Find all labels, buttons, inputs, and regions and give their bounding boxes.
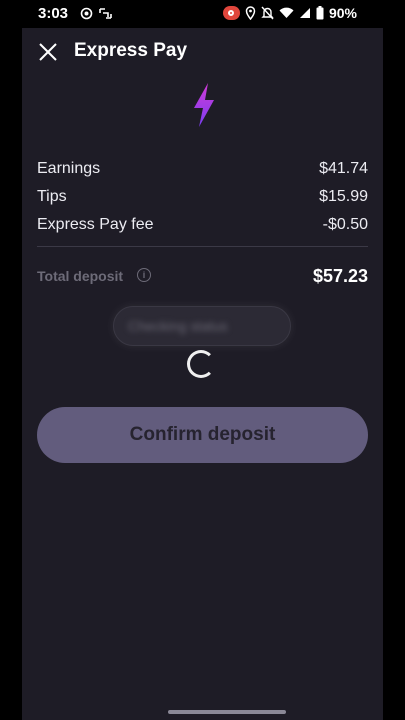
status-right: 90% (222, 5, 357, 21)
earnings-row: Earnings $41.74 (37, 160, 368, 182)
earnings-label: Earnings (37, 160, 101, 177)
tips-label: Tips (37, 188, 67, 205)
total-label: Total deposit (37, 268, 124, 284)
status-left-icons (80, 7, 112, 20)
total-value: $57.23 (312, 266, 368, 286)
recording-icon (222, 6, 240, 20)
divider (37, 246, 368, 247)
total-row: Total deposit i $57.23 (37, 266, 368, 290)
signal-icon (299, 8, 310, 18)
battery-percent: 90% (328, 5, 357, 21)
page-title: Express Pay (74, 40, 188, 61)
mute-bell-icon (261, 6, 274, 20)
tips-row: Tips $15.99 (37, 188, 368, 210)
info-icon[interactable]: i (137, 268, 151, 282)
wifi-icon (279, 7, 294, 19)
tips-value: $15.99 (319, 188, 368, 205)
earnings-value: $41.74 (319, 160, 368, 177)
battery-icon (316, 6, 324, 20)
header: Express Pay (22, 28, 383, 76)
fee-row: Express Pay fee -$0.50 (37, 216, 368, 238)
fee-value: -$0.50 (322, 216, 368, 233)
screenshot-icon (99, 8, 112, 19)
confirm-deposit-button[interactable]: Confirm deposit (37, 407, 368, 463)
lightning-bolt-icon (194, 83, 214, 127)
focus-icon (80, 7, 93, 20)
status-bar: 3:03 90% (0, 0, 405, 28)
status-toast: Checking status (113, 306, 291, 346)
location-icon (245, 6, 256, 20)
loading-spinner-icon (187, 350, 215, 378)
status-time: 3:03 (38, 5, 69, 22)
home-indicator[interactable] (168, 710, 286, 714)
fee-label: Express Pay fee (37, 216, 154, 233)
status-toast-text: Checking status (128, 318, 228, 334)
close-icon[interactable] (36, 40, 60, 64)
express-pay-screen: Express Pay Earnings $41.74 Tips $15.99 … (22, 28, 383, 720)
